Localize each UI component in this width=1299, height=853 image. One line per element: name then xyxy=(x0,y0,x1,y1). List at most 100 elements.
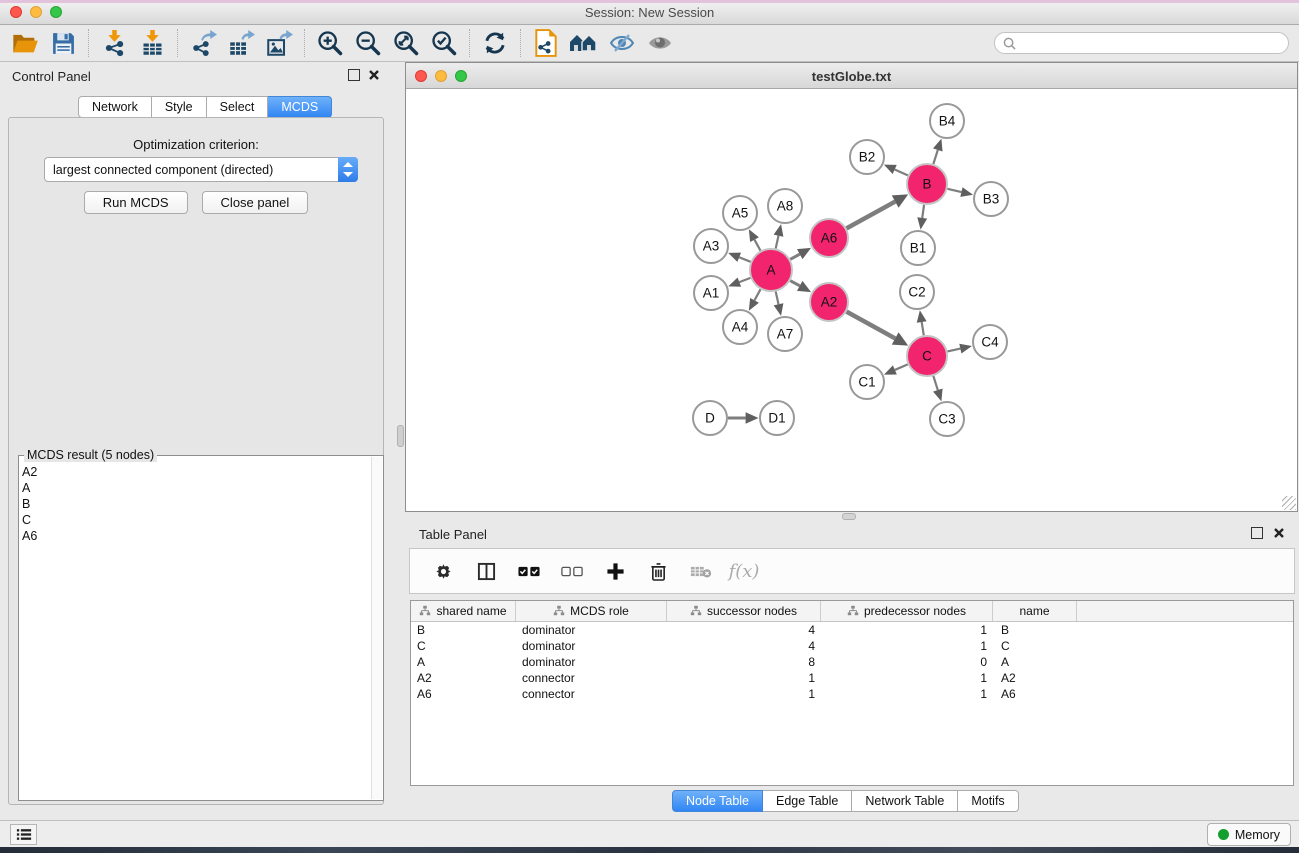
table-cell[interactable]: 4 xyxy=(667,638,821,654)
vertical-splitter-handle[interactable] xyxy=(397,425,404,447)
table-cell[interactable]: 1 xyxy=(667,686,821,702)
graph-edge-A-A5[interactable] xyxy=(755,240,761,251)
graph-node-B1[interactable]: B1 xyxy=(901,231,935,265)
graph-edge-A-A8[interactable] xyxy=(776,236,779,249)
function-builder-button[interactable]: f(x) xyxy=(727,553,761,589)
table-cell[interactable]: dominator xyxy=(516,622,667,638)
mcds-result-item[interactable]: A6 xyxy=(22,528,370,544)
horizontal-splitter-handle[interactable] xyxy=(842,513,856,520)
tab-network-table[interactable]: Network Table xyxy=(852,790,958,812)
graph-edge-A-A3[interactable] xyxy=(739,257,750,262)
table-cell[interactable]: 1 xyxy=(667,670,821,686)
table-cell[interactable]: A2 xyxy=(411,670,516,686)
show-column-button[interactable] xyxy=(469,553,503,589)
tab-node-table[interactable]: Node Table xyxy=(672,790,763,812)
graph-node-A[interactable]: A xyxy=(750,249,792,291)
column-header-name[interactable]: name xyxy=(993,601,1077,621)
graph-node-D1[interactable]: D1 xyxy=(760,401,794,435)
graph-node-A2[interactable]: A2 xyxy=(810,283,848,321)
graph-edge-B-B2[interactable] xyxy=(895,169,908,175)
graph-edge-A-A7[interactable] xyxy=(776,291,779,304)
table-cell[interactable]: A2 xyxy=(993,670,1077,686)
graph-node-B3[interactable]: B3 xyxy=(974,182,1008,216)
table-cell[interactable]: C xyxy=(993,638,1077,654)
graph-edge-A2-C[interactable] xyxy=(847,312,896,339)
scrollbar-track[interactable] xyxy=(371,457,382,799)
graph-edge-A-A1[interactable] xyxy=(739,278,750,282)
table-row[interactable]: Cdominator41C xyxy=(411,638,1293,654)
graph-edge-A-A4[interactable] xyxy=(755,289,761,300)
create-column-button[interactable] xyxy=(598,553,632,589)
export-table-button[interactable] xyxy=(222,27,260,59)
graph-edge-A-A6[interactable] xyxy=(790,254,799,259)
table-row[interactable]: Adominator80A xyxy=(411,654,1293,670)
table-settings-button[interactable] xyxy=(426,553,460,589)
float-table-panel-button[interactable] xyxy=(1251,527,1263,539)
column-header-MCDS-role[interactable]: MCDS role xyxy=(516,601,667,621)
column-header-predecessor-nodes[interactable]: predecessor nodes xyxy=(821,601,993,621)
select-all-rows-button[interactable] xyxy=(512,553,546,589)
search-input[interactable] xyxy=(1021,36,1280,50)
mcds-result-item[interactable]: B xyxy=(22,496,370,512)
graph-edge-C-C2[interactable] xyxy=(922,322,924,335)
save-session-button[interactable] xyxy=(44,27,82,59)
table-row[interactable]: Bdominator41B xyxy=(411,622,1293,638)
tab-edge-table[interactable]: Edge Table xyxy=(763,790,852,812)
tab-network[interactable]: Network xyxy=(78,96,152,118)
graph-edge-B-B3[interactable] xyxy=(947,189,961,192)
graph-node-C1[interactable]: C1 xyxy=(850,365,884,399)
graph-node-A5[interactable]: A5 xyxy=(723,196,757,230)
table-cell[interactable]: B xyxy=(993,622,1077,638)
home-button[interactable] xyxy=(565,27,603,59)
import-table-button[interactable] xyxy=(133,27,171,59)
table-cell[interactable]: connector xyxy=(516,686,667,702)
network-document-button[interactable] xyxy=(527,27,565,59)
graph-node-A3[interactable]: A3 xyxy=(694,229,728,263)
column-header-successor-nodes[interactable]: successor nodes xyxy=(667,601,821,621)
graph-node-B2[interactable]: B2 xyxy=(850,140,884,174)
resize-grip[interactable] xyxy=(1282,496,1296,510)
zoom-in-button[interactable] xyxy=(311,27,349,59)
tab-style[interactable]: Style xyxy=(152,96,207,118)
delete-table-button[interactable] xyxy=(684,553,718,589)
graph-node-A6[interactable]: A6 xyxy=(810,219,848,257)
graph-node-C3[interactable]: C3 xyxy=(930,402,964,436)
zoom-out-button[interactable] xyxy=(349,27,387,59)
graph-node-C4[interactable]: C4 xyxy=(973,325,1007,359)
graph-edge-C-C3[interactable] xyxy=(933,376,937,390)
memory-button[interactable]: Memory xyxy=(1207,823,1291,846)
table-cell[interactable]: 8 xyxy=(667,654,821,670)
tab-select[interactable]: Select xyxy=(207,96,269,118)
open-session-button[interactable] xyxy=(6,27,44,59)
export-network-button[interactable] xyxy=(184,27,222,59)
table-cell[interactable]: A xyxy=(993,654,1077,670)
table-cell[interactable]: 0 xyxy=(821,654,993,670)
mcds-result-item[interactable]: C xyxy=(22,512,370,528)
table-cell[interactable]: 1 xyxy=(821,622,993,638)
search-field[interactable] xyxy=(994,32,1289,54)
graph-node-C[interactable]: C xyxy=(907,336,947,376)
table-cell[interactable]: dominator xyxy=(516,654,667,670)
optimization-criterion-select[interactable]: largest connected component (directed) xyxy=(44,157,358,182)
graph-node-B4[interactable]: B4 xyxy=(930,104,964,138)
close-table-panel-button[interactable] xyxy=(1273,527,1285,539)
table-cell[interactable]: 1 xyxy=(821,686,993,702)
table-cell[interactable]: 1 xyxy=(821,638,993,654)
run-mcds-button[interactable]: Run MCDS xyxy=(84,191,188,214)
graph-node-B[interactable]: B xyxy=(907,164,947,204)
tab-motifs[interactable]: Motifs xyxy=(958,790,1018,812)
table-cell[interactable]: 1 xyxy=(821,670,993,686)
graph-node-D[interactable]: D xyxy=(693,401,727,435)
table-cell[interactable]: dominator xyxy=(516,638,667,654)
graph-node-A8[interactable]: A8 xyxy=(768,189,802,223)
close-panel-button[interactable]: Close panel xyxy=(202,191,309,214)
float-panel-button[interactable] xyxy=(348,69,360,81)
mcds-result-item[interactable]: A xyxy=(22,480,370,496)
graph-edge-C-C1[interactable] xyxy=(895,364,908,370)
graph-edge-B-B4[interactable] xyxy=(933,150,937,164)
graph-edge-A6-B[interactable] xyxy=(847,202,896,229)
deselect-all-rows-button[interactable] xyxy=(555,553,589,589)
graph-node-A4[interactable]: A4 xyxy=(723,310,757,344)
table-cell[interactable]: A xyxy=(411,654,516,670)
apply-layout-button[interactable] xyxy=(476,27,514,59)
